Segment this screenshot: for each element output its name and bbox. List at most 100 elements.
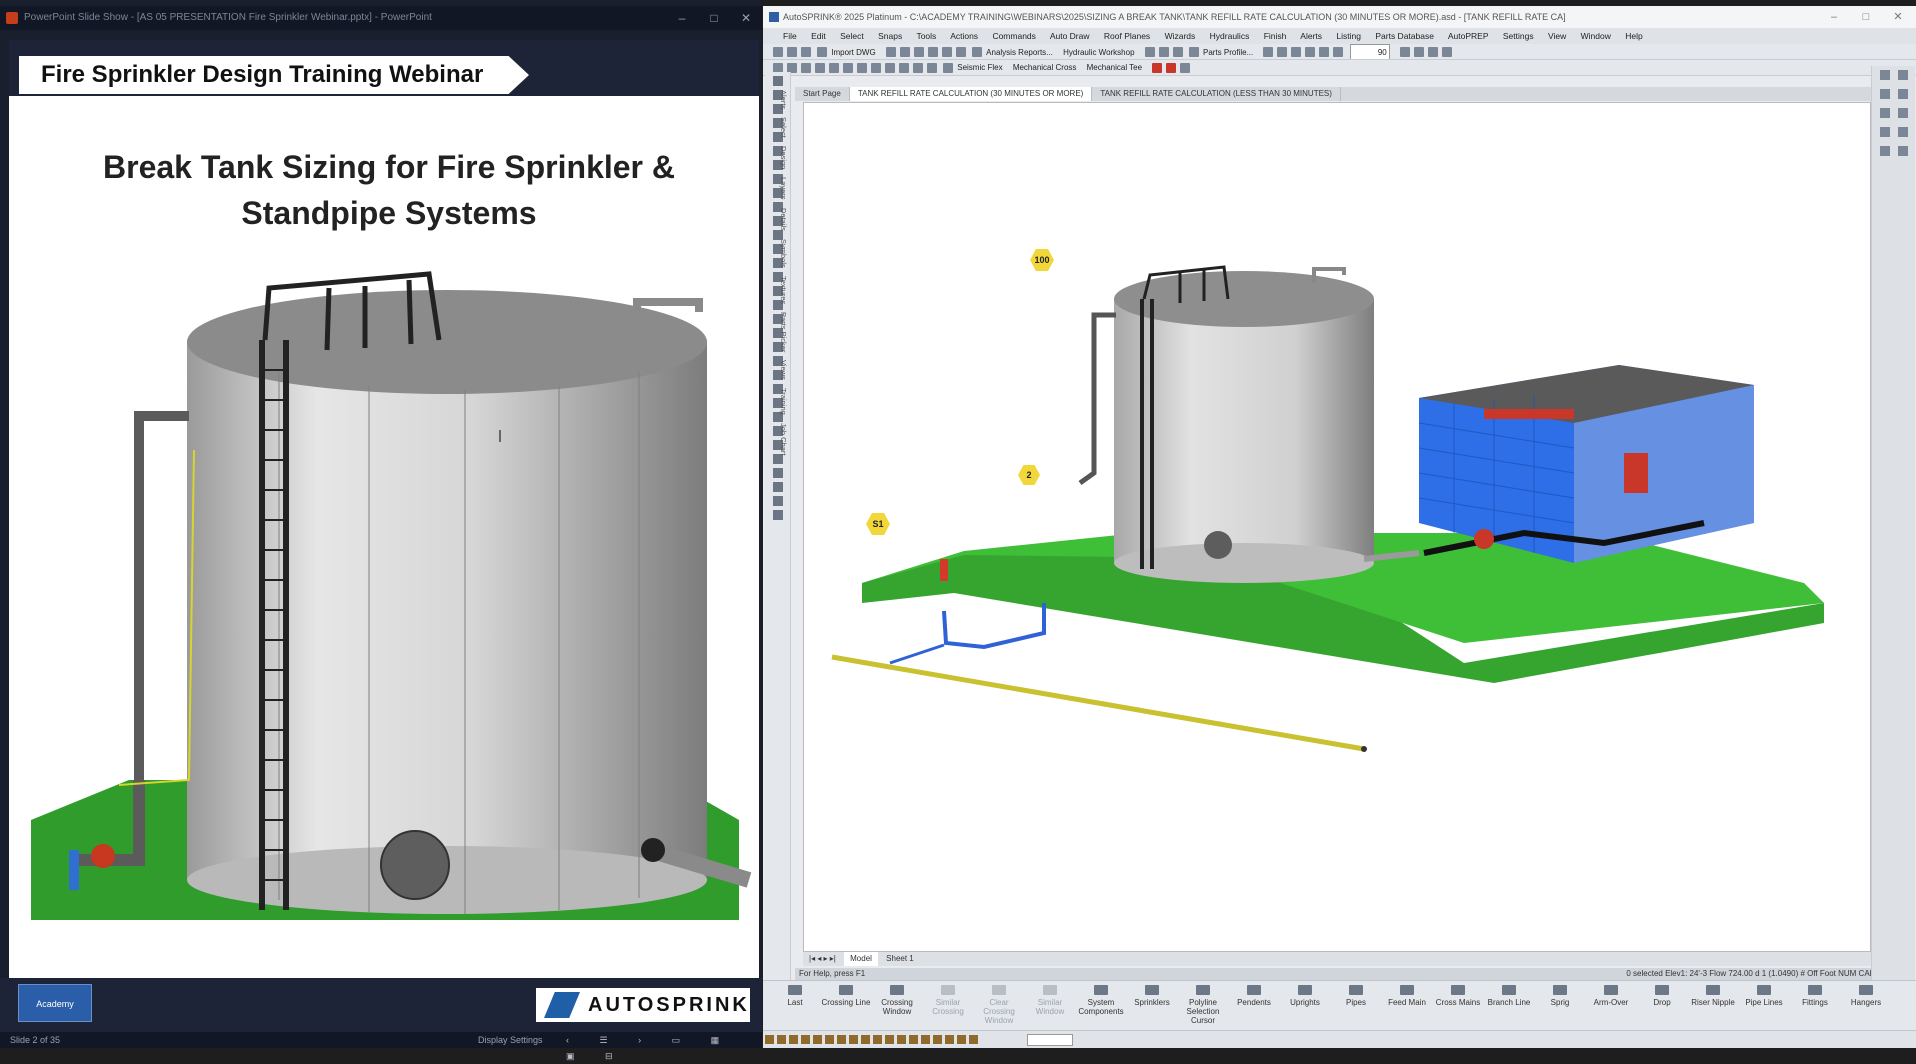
vtab-views[interactable]: Views — [779, 356, 788, 384]
view-tool-icon[interactable] — [1898, 127, 1908, 137]
draw-tool-icon[interactable] — [772, 496, 783, 506]
tool-arm-over[interactable]: Arm-Over — [1585, 985, 1637, 1007]
menu-tools[interactable]: Tools — [916, 31, 936, 41]
tool-similar-crossing[interactable]: Similar Crossing — [922, 985, 974, 1016]
close-icon[interactable]: ✕ — [1883, 6, 1913, 28]
view-tool-icon[interactable] — [1880, 108, 1890, 118]
slide[interactable]: Fire Sprinkler Design Training Webinar B… — [9, 40, 759, 978]
menu-commands[interactable]: Commands — [992, 31, 1035, 41]
trim-icon[interactable] — [843, 63, 853, 73]
draw-tool-icon[interactable] — [772, 510, 783, 520]
menu-edit[interactable]: Edit — [811, 31, 826, 41]
tool-branch-line[interactable]: Branch Line — [1483, 985, 1535, 1007]
align-icon[interactable] — [927, 63, 937, 73]
snap-icon[interactable] — [933, 1035, 942, 1044]
menu-alerts[interactable]: Alerts — [1300, 31, 1322, 41]
arrow-down-icon[interactable] — [1413, 47, 1424, 57]
tool-pendents[interactable]: Pendents — [1228, 985, 1280, 1007]
tab-model[interactable]: Model — [844, 952, 878, 966]
tab-refill-30-or-more[interactable]: TANK REFILL RATE CALCULATION (30 MINUTES… — [849, 87, 1093, 101]
snap-icon[interactable] — [801, 1035, 810, 1044]
minimize-icon[interactable]: – — [1819, 6, 1849, 28]
arrow-up-icon[interactable] — [1399, 47, 1410, 57]
extend-icon[interactable] — [857, 63, 867, 73]
offset-icon[interactable] — [899, 63, 909, 73]
vtab-parts-picker[interactable]: Parts Picker — [779, 308, 788, 356]
rotate-icon[interactable] — [829, 63, 839, 73]
tool-system-components[interactable]: System Components — [1075, 985, 1127, 1016]
snap-icon[interactable] — [945, 1035, 954, 1044]
draw-tool-icon[interactable] — [772, 468, 783, 478]
menu-parts-database[interactable]: Parts Database — [1375, 31, 1434, 41]
view-tool-icon[interactable] — [1898, 108, 1908, 118]
tool-pipe-lines[interactable]: Pipe Lines — [1738, 985, 1790, 1007]
check-icon[interactable] — [1144, 47, 1155, 57]
snap-icon[interactable] — [849, 1035, 858, 1044]
menu-autoprep[interactable]: AutoPREP — [1448, 31, 1489, 41]
tool-similar-window[interactable]: Similar Window — [1024, 985, 1076, 1016]
view-tool-icon[interactable] — [1880, 146, 1890, 156]
paste-icon[interactable] — [899, 47, 910, 57]
copy-icon[interactable] — [885, 47, 896, 57]
seismic-flex-button[interactable]: Seismic Flex — [957, 63, 1002, 72]
zoom-field[interactable]: 90 — [1349, 44, 1390, 59]
vtab-symbols[interactable]: Symbols — [779, 235, 788, 272]
snap-icon[interactable] — [921, 1035, 930, 1044]
grid-icon[interactable] — [1158, 47, 1169, 57]
menu-wizards[interactable]: Wizards — [1165, 31, 1196, 41]
hanger-icon[interactable] — [1305, 47, 1316, 57]
snap-value-field[interactable] — [1027, 1034, 1073, 1046]
join-icon[interactable] — [885, 63, 895, 73]
tool-last[interactable]: Last — [769, 985, 821, 1007]
rotate-icon[interactable] — [1172, 47, 1183, 57]
snap-icon[interactable] — [909, 1035, 918, 1044]
tab-refill-less-30[interactable]: TANK REFILL RATE CALCULATION (LESS THAN … — [1092, 87, 1341, 101]
menu-select[interactable]: Select — [840, 31, 864, 41]
vtab-select[interactable]: Select — [779, 113, 788, 142]
vtab-training[interactable]: Training — [779, 384, 788, 419]
menu-listing[interactable]: Listing — [1336, 31, 1361, 41]
close-icon[interactable]: ✕ — [732, 6, 760, 30]
snap-icon[interactable] — [789, 1035, 798, 1044]
menu-auto-draw[interactable]: Auto Draw — [1050, 31, 1090, 41]
vtab-details[interactable]: Details — [779, 204, 788, 235]
minimize-icon[interactable]: – — [668, 6, 696, 30]
snap-icon[interactable] — [861, 1035, 870, 1044]
tool-clear-crossing-window[interactable]: Clear Crossing Window — [973, 985, 1025, 1025]
menu-file[interactable]: File — [783, 31, 797, 41]
draw-tool-icon[interactable] — [772, 76, 783, 86]
mirror-icon[interactable] — [815, 63, 825, 73]
save-icon[interactable] — [801, 47, 811, 57]
snap-icon[interactable] — [957, 1035, 966, 1044]
slideshow-nav-icons[interactable]: ‹ ☰ › ▭ ▦ ▣ ⊟ — [566, 1032, 762, 1064]
undo-icon[interactable] — [1319, 47, 1330, 57]
snap-icon[interactable] — [837, 1035, 846, 1044]
fire-icon[interactable] — [1152, 63, 1163, 73]
import-dwg-icon[interactable] — [817, 47, 828, 57]
hydraulic-workshop-button[interactable]: Hydraulic Workshop — [1063, 48, 1134, 57]
tool-cross-mains[interactable]: Cross Mains — [1432, 985, 1484, 1007]
redo-icon[interactable] — [1333, 47, 1344, 57]
view-tool-icon[interactable] — [1880, 70, 1890, 80]
menu-snaps[interactable]: Snaps — [878, 31, 902, 41]
display-settings-button[interactable]: Display Settings — [478, 1032, 543, 1048]
snap-icon[interactable] — [825, 1035, 834, 1044]
tool-fittings[interactable]: Fittings — [1789, 985, 1841, 1007]
view-tool-icon[interactable] — [1898, 70, 1908, 80]
seismic-flex-icon[interactable] — [943, 63, 954, 73]
vtab-layers[interactable]: Layers — [779, 173, 788, 204]
menu-hydraulics[interactable]: Hydraulics — [1210, 31, 1250, 41]
parts-profile-button[interactable]: Parts Profile... — [1203, 48, 1253, 57]
vtab-job-chart[interactable]: Job Chart — [779, 419, 788, 460]
view-tool-icon[interactable] — [1898, 146, 1908, 156]
mechanical-tee-button[interactable]: Mechanical Tee — [1087, 63, 1142, 72]
vtab-alerts[interactable]: Alerts — [779, 86, 788, 113]
menu-roof-planes[interactable]: Roof Planes — [1104, 31, 1150, 41]
menu-finish[interactable]: Finish — [1264, 31, 1287, 41]
valve-icon[interactable] — [1291, 47, 1302, 57]
break-icon[interactable] — [871, 63, 881, 73]
tool-crossing-window[interactable]: Crossing Window — [871, 985, 923, 1016]
tool-drop[interactable]: Drop — [1636, 985, 1688, 1007]
draw-tool-icon[interactable] — [772, 482, 783, 492]
snap-icon[interactable] — [873, 1035, 882, 1044]
